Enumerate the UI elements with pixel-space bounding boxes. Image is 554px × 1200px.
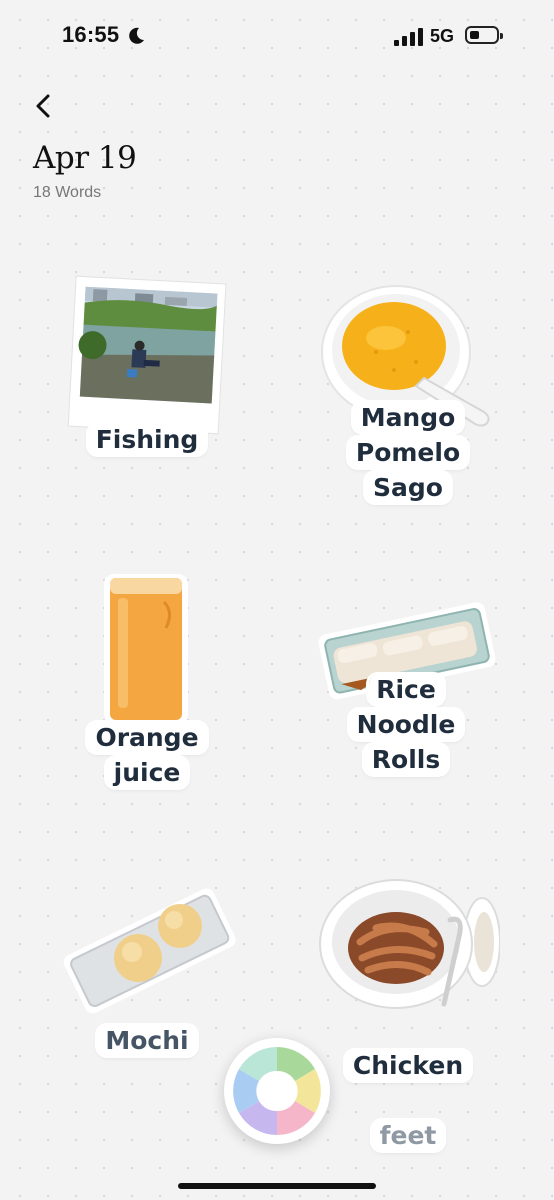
sticker-fishing[interactable]: Fishing <box>62 272 232 472</box>
chicken-feet-bowl-image <box>319 879 500 1009</box>
mochi-plate-image <box>63 888 236 1014</box>
moon-icon <box>129 27 144 44</box>
battery-icon <box>465 26 503 44</box>
orange-juice-glass-image <box>104 574 188 724</box>
fishing-photo <box>67 275 227 435</box>
sticker-label-line-2: feet <box>372 1121 444 1150</box>
status-time: 16:55 <box>62 22 120 47</box>
back-chevron-icon[interactable] <box>32 92 56 120</box>
sticker-label: Rice Noodle Rolls <box>314 672 498 777</box>
sticker-label: Orange juice <box>82 720 212 790</box>
network-type: 5G <box>430 26 455 46</box>
sticker-mochi[interactable]: Mochi <box>56 880 238 1064</box>
sticker-rice-noodle-rolls[interactable]: Rice Noodle Rolls <box>314 596 498 786</box>
sticker-mango-pomelo-sago[interactable]: Mango Pomelo Sago <box>316 282 500 514</box>
home-indicator <box>178 1183 376 1189</box>
add-entry-button[interactable] <box>224 1038 330 1144</box>
sticker-label: Fishing <box>62 422 232 457</box>
page-title: Apr 19 <box>33 140 137 176</box>
sticker-label: Mango Pomelo Sago <box>316 400 500 505</box>
sticker-label: Chicken feet <box>316 1013 500 1153</box>
sticker-label: Mochi <box>56 1023 238 1058</box>
status-bar: 16:55 5G <box>0 0 554 76</box>
signal-icon <box>394 28 423 46</box>
word-count: 18 Words <box>33 184 102 201</box>
camera-aperture-icon <box>233 1047 321 1135</box>
sticker-label-line-1: Chicken <box>345 1051 471 1080</box>
sticker-orange-juice[interactable]: Orange juice <box>82 572 212 798</box>
sticker-chicken-feet[interactable]: Chicken feet <box>316 872 500 1150</box>
